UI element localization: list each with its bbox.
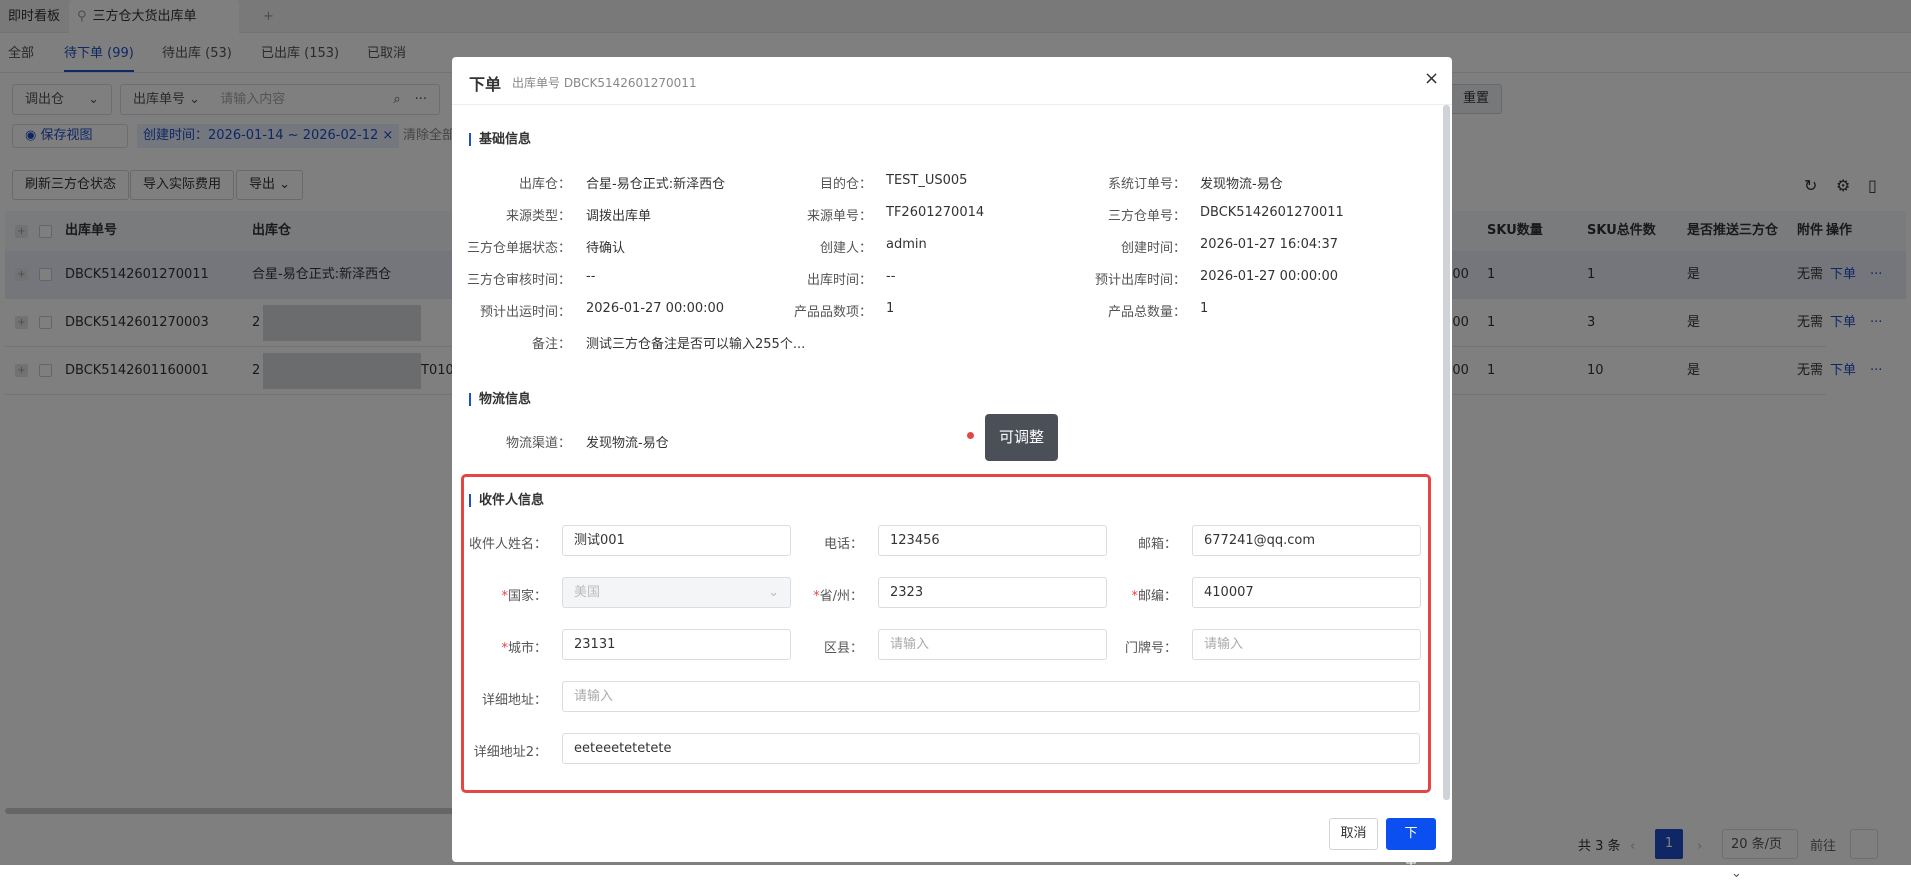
info-value: TEST_US005 [886, 173, 968, 188]
dialog-scrollbar[interactable] [1443, 105, 1450, 800]
info-value: DBCK5142601270011 [1200, 205, 1344, 220]
state-input[interactable]: 2323 [878, 577, 1107, 608]
name-label-text: 收件人姓名： [468, 537, 547, 552]
email-label: 邮箱： [1092, 533, 1177, 552]
close-icon[interactable]: × [1424, 68, 1439, 89]
info-value: 1 [1200, 301, 1209, 316]
door-label-text: 门牌号： [1124, 641, 1177, 656]
info-value: 合星-易仓正式:新泽西仓 [586, 177, 726, 192]
info-label: 创建时间： [1120, 241, 1186, 256]
section-basic-info: 基础信息 [469, 133, 531, 146]
info-value: 2026-01-27 16:04:37 [1200, 237, 1339, 252]
state-label-text: 省/州： [819, 589, 863, 604]
district-input[interactable]: 请输入 [878, 629, 1107, 660]
section-logistics-info: 物流信息 [469, 393, 531, 406]
email-value: 677241@qq.com [1204, 533, 1316, 548]
country-label: *国家： [452, 585, 547, 604]
info-label: 系统订单号： [1107, 177, 1186, 192]
addr-value: 请输入 [574, 689, 614, 704]
city-label: *城市： [452, 637, 547, 656]
info-label: 产品总数量： [1107, 305, 1186, 320]
info-label: 来源类型： [505, 209, 571, 224]
info-value: -- [586, 269, 596, 284]
info-label: 三方仓审核时间： [466, 273, 571, 288]
addr2-label-text: 详细地址2： [473, 745, 547, 760]
zip-label-text: 邮编： [1137, 589, 1177, 604]
info-label: 出库时间： [806, 273, 872, 288]
zip-label: *邮编： [1092, 585, 1177, 604]
info-label: 创建人： [819, 241, 872, 256]
door-value: 请输入 [1204, 637, 1244, 652]
dialog-title: 下单 [469, 75, 502, 94]
info-label: 产品品数项： [793, 305, 872, 320]
info-value: -- [886, 269, 896, 284]
info-value: 调拨出库单 [586, 209, 652, 224]
adjust-dot[interactable] [967, 432, 974, 439]
place-order-dialog: 下单 出库单号 DBCK5142601270011 × 基础信息 出库仓： 合星-… [452, 57, 1452, 871]
addr2-label: 详细地址2： [452, 741, 547, 760]
info-label: 预计出运时间： [479, 305, 571, 320]
info-value: admin [886, 237, 927, 252]
info-value: 2026-01-27 00:00:00 [586, 301, 725, 316]
adjustable-tooltip: 可调整 [985, 414, 1058, 461]
addr2-value: eeteeetetetete [574, 741, 672, 756]
chevron-down-icon: ⌄ [768, 585, 779, 600]
info-label: 预计出库时间： [1094, 273, 1186, 288]
country-value: 美国 [574, 585, 601, 600]
info-label: 备注： [531, 337, 571, 352]
zip-value: 410007 [1204, 585, 1254, 600]
addr-label-text: 详细地址： [481, 693, 547, 708]
info-value: 1 [886, 301, 895, 316]
country-input: 美国 ⌄ [562, 577, 791, 608]
info-label: 来源单号： [806, 209, 872, 224]
state-value: 2323 [890, 585, 924, 600]
name-label: 收件人姓名： [452, 533, 547, 552]
info-value: 测试三方仓备注是否可以输入255个... [586, 337, 806, 352]
city-label-text: 城市： [507, 641, 547, 656]
door-label: 门牌号： [1092, 637, 1177, 656]
city-value: 23131 [574, 637, 616, 652]
dialog-header: 下单 出库单号 DBCK5142601270011 × [452, 57, 1452, 105]
addr-label: 详细地址： [452, 689, 547, 708]
cancel-button[interactable]: 取消 [1329, 818, 1378, 850]
channel-value: 发现物流-易仓 [586, 436, 669, 451]
dialog-subtitle: 出库单号 DBCK5142601270011 [512, 76, 697, 90]
phone-label-text: 电话： [823, 537, 863, 552]
state-label: *省/州： [782, 585, 863, 604]
phone-input[interactable]: 123456 [878, 525, 1107, 556]
email-input[interactable]: 677241@qq.com [1192, 525, 1421, 556]
info-value: 待确认 [586, 241, 626, 256]
door-input[interactable]: 请输入 [1192, 629, 1421, 660]
info-label: 目的仓： [819, 177, 872, 192]
city-input[interactable]: 23131 [562, 629, 791, 660]
email-label-text: 邮箱： [1137, 537, 1177, 552]
district-value: 请输入 [890, 637, 930, 652]
name-value: 测试001 [574, 533, 625, 548]
info-value: 2026-01-27 00:00:00 [1200, 269, 1339, 284]
phone-value: 123456 [890, 533, 940, 548]
info-label: 出库仓： [518, 177, 571, 192]
addr-input[interactable]: 请输入 [562, 681, 1420, 712]
channel-label: 物流渠道： [505, 436, 571, 451]
district-label: 区县： [782, 637, 863, 656]
info-value: TF2601270014 [886, 205, 985, 220]
name-input[interactable]: 测试001 [562, 525, 791, 556]
zip-input[interactable]: 410007 [1192, 577, 1421, 608]
section-receiver-info: 收件人信息 [469, 494, 544, 507]
info-label: 三方仓单据状态： [466, 241, 571, 256]
submit-order-button[interactable]: 下单 [1386, 818, 1436, 871]
phone-label: 电话： [782, 533, 863, 552]
info-value: 发现物流-易仓 [1200, 177, 1283, 192]
addr2-input[interactable]: eeteeetetetete [562, 733, 1420, 764]
info-label: 三方仓单号： [1107, 209, 1186, 224]
district-label-text: 区县： [823, 641, 863, 656]
country-label-text: 国家： [507, 589, 547, 604]
